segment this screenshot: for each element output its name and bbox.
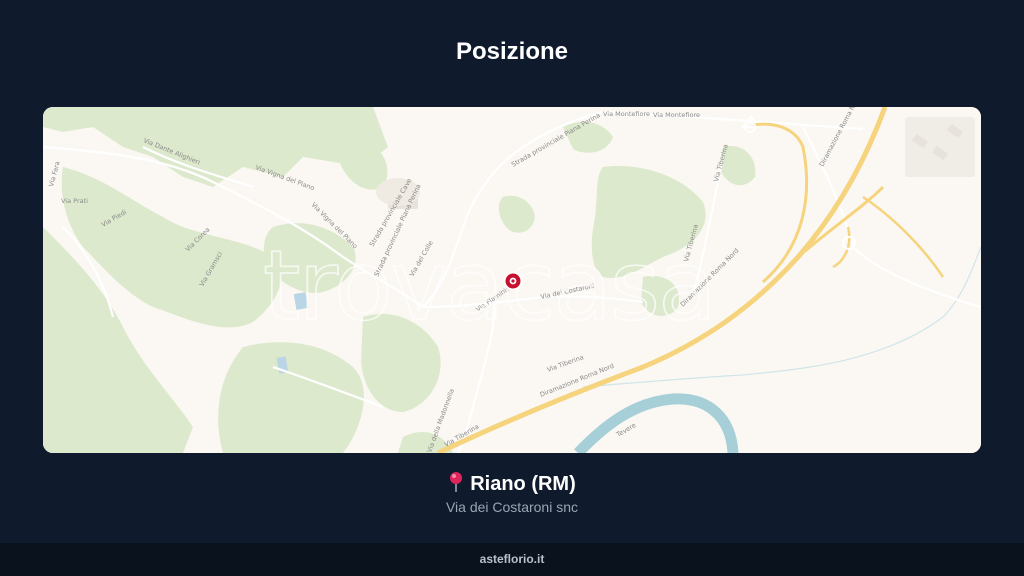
location-marker-icon[interactable] (503, 271, 523, 291)
footer: asteflorio.it (0, 543, 1024, 576)
location-map[interactable]: Via Montefiore Via Montefiore Via Dante … (43, 107, 981, 453)
industrial-area (905, 117, 975, 177)
location-city: Riano (RM) (470, 473, 576, 495)
road-label: Via Montefiore (603, 110, 650, 118)
location-address: Via dei Costaroni snc (445, 499, 579, 515)
road-label: Via Montefiore (653, 111, 700, 119)
location-heading: Riano (RM) (0, 471, 1024, 499)
road-label: Via Prati (61, 197, 88, 205)
watermark-logo: trovacasa (263, 230, 715, 342)
pushpin-icon (448, 471, 464, 499)
page-title: Posizione (455, 38, 569, 65)
map-canvas[interactable]: Via Montefiore Via Montefiore Via Dante … (43, 107, 981, 453)
footer-site[interactable]: asteflorio.it (480, 552, 545, 566)
